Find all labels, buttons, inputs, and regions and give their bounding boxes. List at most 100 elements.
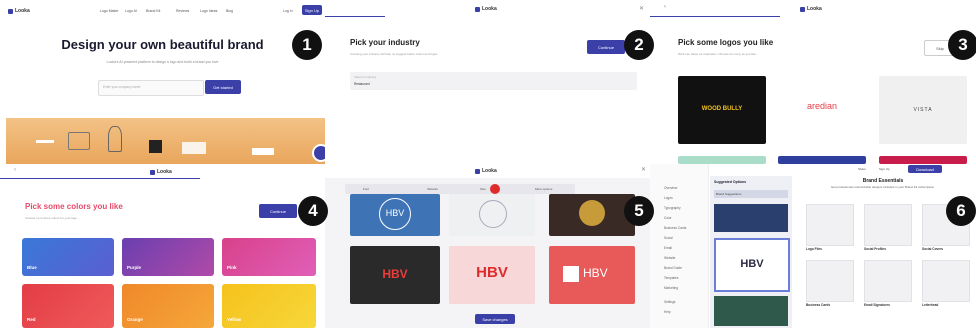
logo-variant-gold[interactable] xyxy=(549,194,635,236)
editor-toolbar: Font Variants Size More options xyxy=(345,184,575,194)
asset-card-business-cards[interactable] xyxy=(806,260,854,302)
close-icon[interactable]: ✕ xyxy=(639,5,644,12)
toolbar-variants[interactable]: Variants xyxy=(427,187,438,191)
nav-link[interactable]: Reviews xyxy=(176,9,189,13)
color-option-yellow[interactable]: Yellow xyxy=(222,284,316,328)
color-swatch[interactable] xyxy=(490,184,500,194)
login-link[interactable]: Log in xyxy=(283,9,293,13)
asset-card-logo-files[interactable] xyxy=(806,204,854,246)
brand-logo: Looka xyxy=(150,169,172,175)
color-option-pink[interactable]: Pink xyxy=(222,238,316,276)
hero-subtext: Looka's AI-powered platform to design a … xyxy=(106,60,219,64)
step-badge: 5 xyxy=(624,196,654,226)
asset-card-letterhead[interactable] xyxy=(922,260,970,302)
back-icon[interactable]: ‹ xyxy=(14,167,16,173)
logo-variant-blue[interactable]: HBV xyxy=(350,194,440,236)
monogram-box xyxy=(563,266,579,282)
logo-variant-outline[interactable]: HBV xyxy=(449,246,535,304)
logo-variant-script[interactable] xyxy=(449,194,535,236)
sidebar-item[interactable]: Color xyxy=(664,216,672,220)
brand-logo[interactable]: Looka xyxy=(8,8,30,14)
panel-tab[interactable]: Brand Suggestions xyxy=(714,190,788,198)
asset-card-label: Logo Files xyxy=(806,247,822,251)
logo-option[interactable] xyxy=(678,156,766,164)
panel-title: Suggested Options xyxy=(714,180,747,184)
nav-link[interactable]: Brand Kit xyxy=(146,9,160,13)
sidebar-item[interactable]: Settings xyxy=(664,300,676,304)
logo-option[interactable] xyxy=(879,156,967,164)
logo-text: HBV xyxy=(476,264,508,281)
get-started-button[interactable]: Get started xyxy=(205,80,241,94)
page-title: Pick some logos you like xyxy=(678,38,774,47)
signup-button[interactable]: Sign Up xyxy=(302,5,322,15)
sidebar-item[interactable]: Business Cards xyxy=(664,226,686,230)
section-subtitle: Get professional customizable designs in… xyxy=(830,185,935,189)
toolbar-more-options[interactable]: More options xyxy=(535,187,552,191)
nav-link[interactable]: Logo AI xyxy=(125,9,137,13)
share-button[interactable]: Share xyxy=(858,167,866,171)
asset-card-social-profiles[interactable] xyxy=(864,204,912,246)
sidebar-item[interactable]: Help xyxy=(664,310,671,314)
save-button[interactable]: Save changes xyxy=(475,314,515,324)
chat-icon[interactable] xyxy=(312,144,325,162)
company-name-input[interactable]: Enter your company name xyxy=(98,80,204,96)
step-2-industry-panel: Looka ✕ Pick your industry Knowing your … xyxy=(325,0,650,164)
step-3-logos-panel: ‹ Looka Pick some logos you like We'll u… xyxy=(650,0,976,164)
brand-logo: Looka xyxy=(800,6,822,12)
sidebar-item[interactable]: Overview xyxy=(664,186,677,190)
logo-text: aredian xyxy=(806,101,838,111)
logo-text: HBV xyxy=(385,208,405,218)
sidebar-item[interactable]: Brand Guide xyxy=(664,266,682,270)
signup-link[interactable]: Sign Up xyxy=(879,167,890,171)
suggestion-card-selected[interactable]: HBV xyxy=(714,238,790,292)
step-4-colors-panel: ‹ Looka Pick some colors you like Choose… xyxy=(0,164,325,328)
suggestion-card[interactable] xyxy=(714,204,788,232)
toolbar-font[interactable]: Font xyxy=(363,187,369,191)
progress-bar xyxy=(0,178,200,179)
sidebar-item[interactable]: Email xyxy=(664,246,672,250)
section-title: Brand Essentials xyxy=(862,178,904,184)
close-icon[interactable]: ✕ xyxy=(641,166,646,173)
brand-logo: Looka xyxy=(475,6,497,12)
product-mockup xyxy=(68,132,90,150)
asset-card-label: Letterhead xyxy=(922,303,939,307)
step-1-landing-panel: Looka Logo Maker Logo AI Brand Kit Revie… xyxy=(0,0,325,164)
page-title: Pick some colors you like xyxy=(25,202,123,211)
color-option-orange[interactable]: Orange xyxy=(122,284,214,328)
continue-button[interactable]: Continue xyxy=(587,40,625,54)
back-icon[interactable]: ‹ xyxy=(664,4,666,10)
logo-option-wood-bully[interactable]: WOOD BULLY xyxy=(678,76,766,144)
logo-icon xyxy=(475,6,480,12)
logo-option-aredian[interactable]: aredian xyxy=(778,76,866,144)
nav-link[interactable]: Logo Maker xyxy=(100,9,118,13)
continue-button[interactable]: Continue xyxy=(259,204,297,218)
product-mockup xyxy=(182,142,206,154)
left-sidebar: Overview Logos Typography Color Business… xyxy=(650,164,709,328)
color-option-red[interactable]: Red xyxy=(22,284,114,328)
logo-variant-red[interactable]: HBV xyxy=(549,246,635,304)
sidebar-item[interactable]: Typography xyxy=(664,206,681,210)
color-option-purple[interactable]: Purple xyxy=(122,238,214,276)
sidebar-item[interactable]: Marketing xyxy=(664,286,678,290)
toolbar-size[interactable]: Size xyxy=(480,187,486,191)
product-mockup xyxy=(149,140,162,153)
sidebar-item[interactable]: Logos xyxy=(664,196,673,200)
color-option-blue[interactable]: Blue xyxy=(22,238,114,276)
asset-card-label: Business Cards xyxy=(806,303,831,307)
industry-input[interactable]: Select an industry Restaurant xyxy=(350,72,637,90)
logo-variant-dark[interactable]: HBV xyxy=(350,246,440,304)
nav-link[interactable]: Blog xyxy=(226,9,233,13)
sidebar-item[interactable]: Templates xyxy=(664,276,679,280)
page-title: Pick your industry xyxy=(350,38,420,47)
logo-option[interactable] xyxy=(778,156,866,164)
logo-option-vista[interactable]: VISTA xyxy=(879,76,967,144)
download-button[interactable]: Download xyxy=(908,165,942,173)
nav-link[interactable]: Logo Ideas xyxy=(200,9,217,13)
sidebar-item[interactable]: Website xyxy=(664,256,675,260)
product-mockup xyxy=(108,126,122,152)
sidebar-item[interactable]: Social xyxy=(664,236,673,240)
page-subtitle: Knowing your industry will help us sugge… xyxy=(350,52,438,56)
logo-icon xyxy=(800,6,805,12)
suggestion-card[interactable] xyxy=(714,296,788,326)
asset-card-email-signatures[interactable] xyxy=(864,260,912,302)
